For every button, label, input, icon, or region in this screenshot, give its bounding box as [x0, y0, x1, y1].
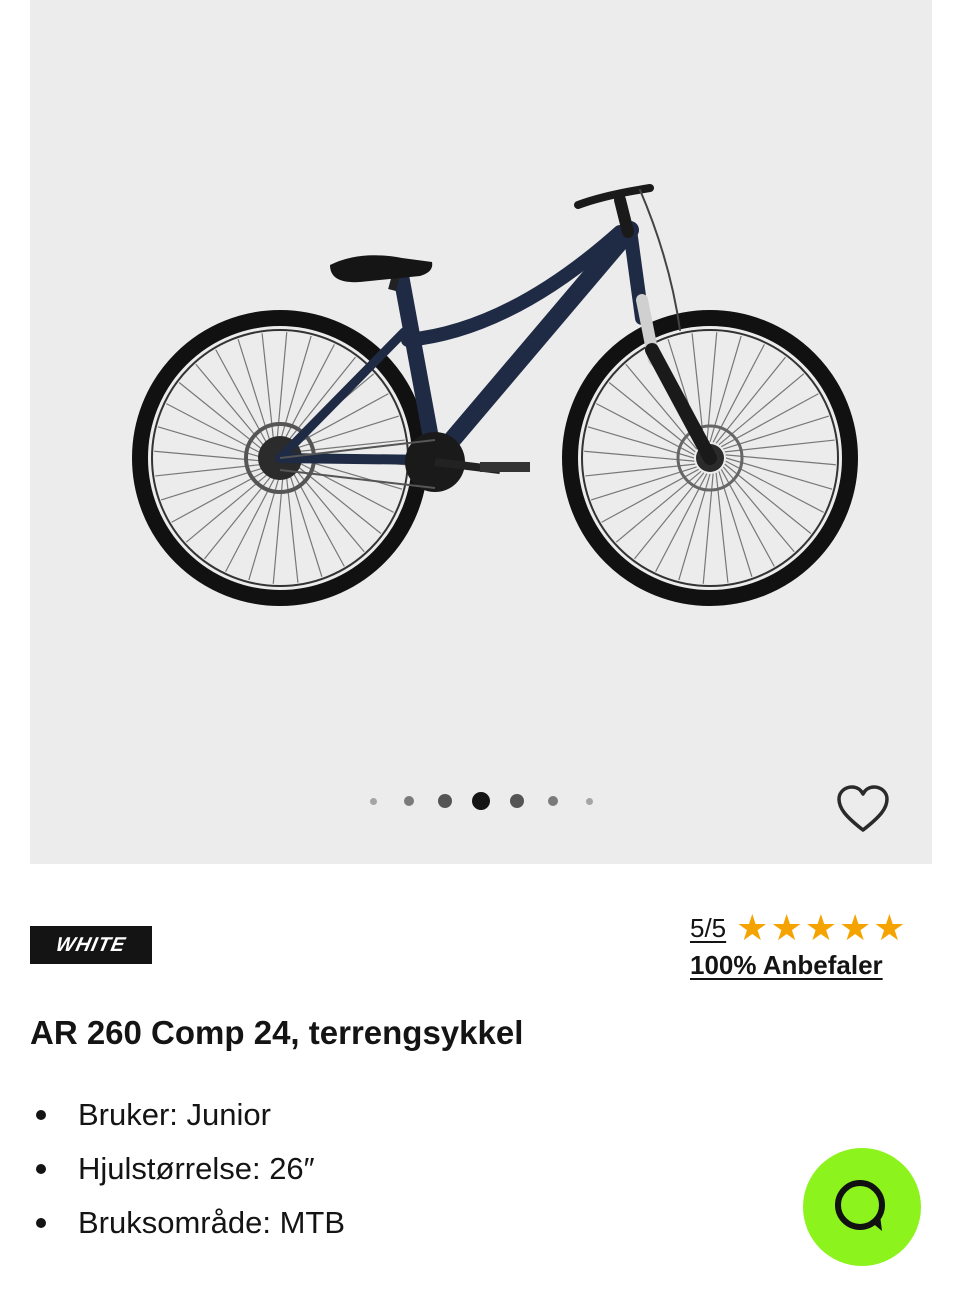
rating-score[interactable]: 5/5 [690, 913, 726, 944]
carousel-dot[interactable] [427, 788, 463, 814]
recommend-link[interactable]: 100% Anbefaler [690, 950, 883, 981]
chat-button[interactable] [803, 1148, 921, 1266]
favorite-button[interactable] [830, 778, 896, 840]
carousel-dots [30, 788, 932, 814]
product-specs-list: Bruker: Junior Hjulstørrelse: 26″ Brukso… [30, 1088, 345, 1250]
carousel-dot[interactable] [463, 788, 499, 814]
product-title: AR 260 Comp 24, terrengsykkel [30, 1014, 524, 1051]
chat-bubble-icon [835, 1180, 885, 1231]
product-image-gallery[interactable] [30, 0, 932, 864]
star-icon: ★ [839, 907, 872, 948]
rating-summary[interactable]: 5/5 ★ ★ ★ ★ ★ [690, 908, 906, 948]
bullet-icon [36, 1218, 46, 1228]
spec-item: Bruker: Junior [30, 1088, 345, 1142]
star-icon: ★ [736, 907, 769, 948]
spec-text: Hjulstørrelse: 26″ [78, 1151, 315, 1186]
spec-item: Bruksområde: MTB [30, 1196, 345, 1250]
heart-icon [837, 785, 889, 832]
spec-text: Bruksområde: MTB [78, 1205, 346, 1240]
star-icon: ★ [770, 907, 803, 948]
rating-stars: ★ ★ ★ ★ ★ [736, 910, 905, 946]
carousel-dot[interactable] [571, 788, 607, 814]
star-icon: ★ [873, 907, 906, 948]
carousel-dot[interactable] [535, 788, 571, 814]
star-icon: ★ [804, 907, 837, 948]
bullet-icon [36, 1110, 46, 1120]
spec-text: Bruker: Junior [78, 1097, 271, 1132]
carousel-dot[interactable] [499, 788, 535, 814]
carousel-dot[interactable] [355, 788, 391, 814]
product-image[interactable] [30, 0, 932, 864]
spec-item: Hjulstørrelse: 26″ [30, 1142, 345, 1196]
brand-logo[interactable]: WHITE [30, 926, 152, 964]
carousel-dot[interactable] [391, 788, 427, 814]
brand-logo-text: WHITE [54, 933, 129, 956]
saddle [330, 255, 433, 292]
bullet-icon [36, 1164, 46, 1174]
